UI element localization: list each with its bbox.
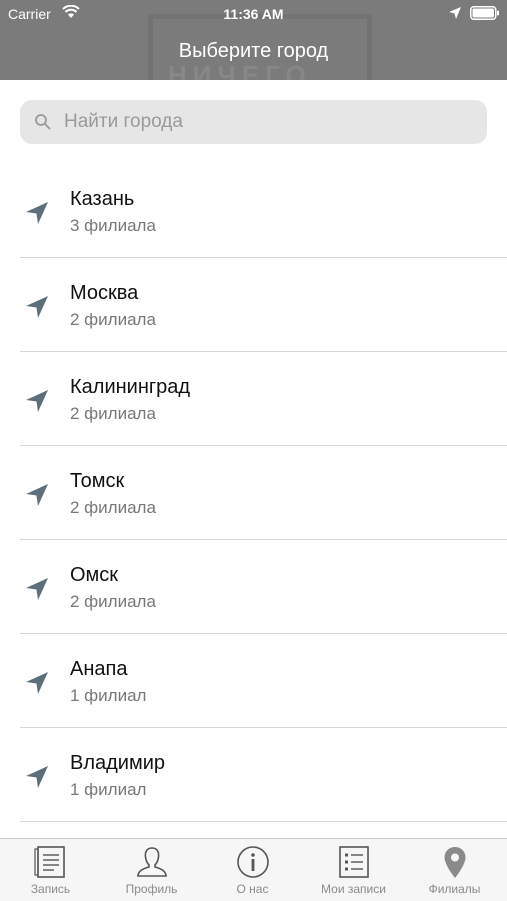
city-name: Москва	[70, 282, 139, 304]
header-background-text: НИЧЕГО	[168, 60, 312, 80]
city-branch-count: 1 филиал	[70, 686, 147, 705]
location-arrow-icon	[24, 294, 50, 325]
search-icon	[34, 113, 52, 136]
city-row[interactable]: Москва 2 филиала	[0, 258, 507, 352]
status-time: 11:36 AM	[223, 6, 284, 22]
city-branch-count: 3 филиала	[70, 216, 156, 235]
city-row[interactable]: Владимир 1 филиал	[0, 728, 507, 822]
city-branch-count: 1 филиал	[70, 780, 147, 799]
city-name: Владимир	[70, 752, 166, 774]
city-branch-count: 2 филиала	[70, 498, 156, 517]
tab-profile[interactable]: Профиль	[101, 839, 202, 901]
header-bar: НИЧЕГО Carrier 11:36 AM Выберите город	[0, 0, 507, 80]
document-icon	[34, 845, 68, 884]
battery-icon	[470, 6, 500, 23]
tab-bar: Запись Профиль О нас Мои записи Филиалы	[0, 838, 507, 901]
city-branch-count: 2 филиала	[70, 404, 156, 423]
row-divider	[20, 821, 507, 822]
tab-my-records[interactable]: Мои записи	[303, 839, 404, 901]
city-name: Калининград	[70, 376, 191, 398]
location-arrow-icon	[24, 576, 50, 607]
tab-zapis[interactable]: Запись	[0, 839, 101, 901]
tab-label: Филиалы	[428, 882, 481, 896]
city-name: Омск	[70, 564, 119, 586]
person-icon	[135, 845, 169, 884]
tab-branches[interactable]: Филиалы	[404, 839, 505, 901]
city-row[interactable]: Томск 2 филиала	[0, 446, 507, 540]
city-list: Казань 3 филиала Москва 2 филиала Калинингра…	[0, 164, 507, 822]
search-input[interactable]	[64, 100, 464, 144]
location-arrow-icon	[24, 388, 50, 419]
info-icon	[236, 845, 270, 884]
city-row[interactable]: Казань 3 филиала	[0, 164, 507, 258]
location-arrow-icon	[24, 764, 50, 795]
city-row[interactable]: Анапа 1 филиал	[0, 634, 507, 728]
location-arrow-icon	[24, 670, 50, 701]
tab-label: Запись	[30, 882, 71, 896]
tab-label: О нас	[236, 882, 269, 896]
page-title: Выберите город	[178, 40, 329, 62]
city-branch-count: 2 филиала	[70, 310, 156, 329]
tab-label: Мои записи	[321, 882, 386, 896]
city-name: Казань	[70, 188, 135, 210]
location-arrow-icon	[24, 200, 50, 231]
tab-label: Профиль	[125, 882, 178, 896]
status-bar: Carrier 11:36 AM	[0, 0, 507, 28]
city-name: Анапа	[70, 658, 128, 680]
city-branch-count: 2 филиала	[70, 592, 156, 611]
list-icon	[337, 845, 371, 884]
search-bar[interactable]	[20, 100, 487, 144]
location-arrow-icon	[24, 482, 50, 513]
city-name: Томск	[70, 470, 125, 492]
city-row[interactable]: Омск 2 филиала	[0, 540, 507, 634]
tab-about[interactable]: О нас	[202, 839, 303, 901]
location-arrow-icon	[448, 6, 462, 23]
city-row[interactable]: Калининград 2 филиала	[0, 352, 507, 446]
map-pin-icon	[438, 845, 472, 884]
